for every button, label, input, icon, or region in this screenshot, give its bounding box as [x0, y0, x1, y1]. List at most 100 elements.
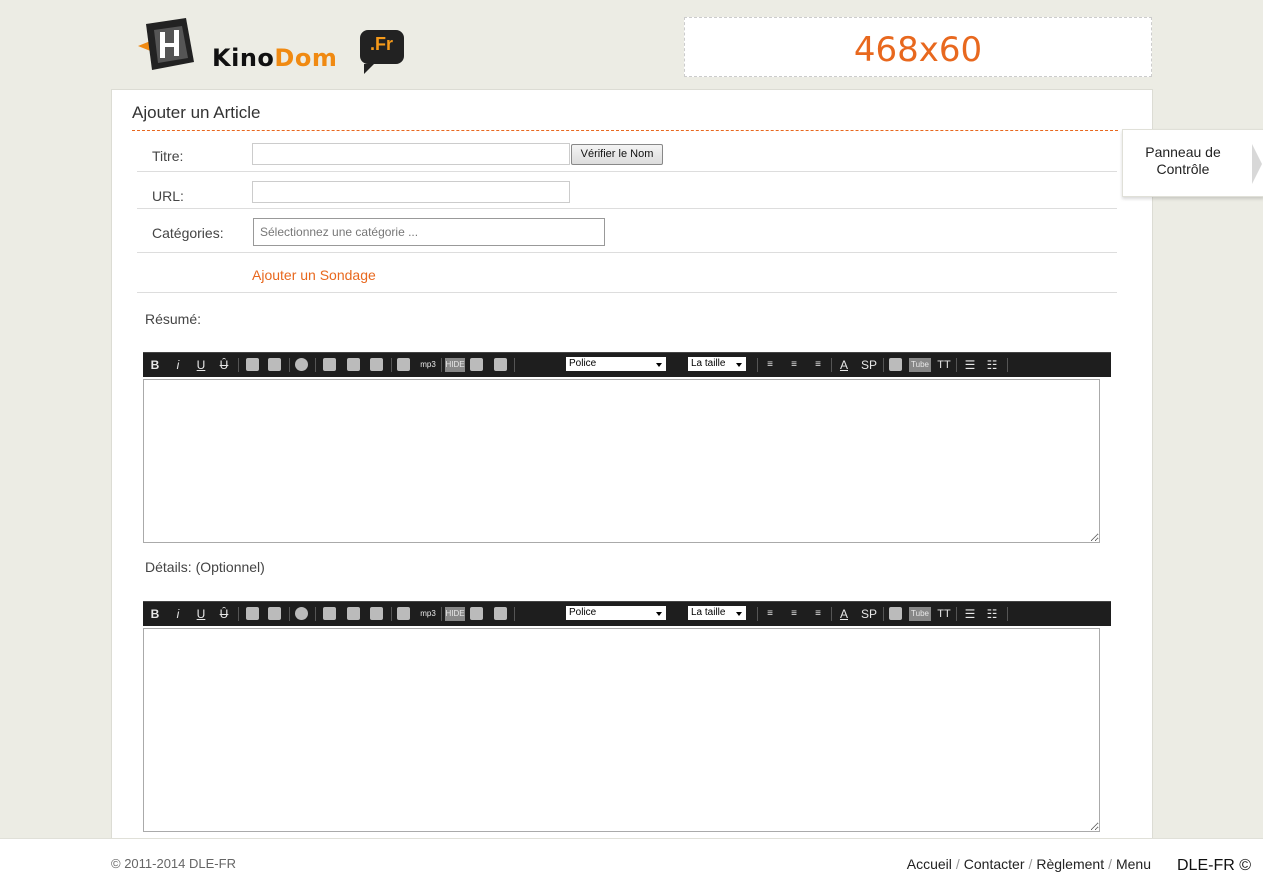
toolbar-separator [831, 358, 832, 372]
row-divider [137, 208, 1117, 209]
logo-badge-text: .Fr [370, 34, 394, 54]
spoiler-button[interactable]: SP [859, 605, 879, 623]
details-textarea[interactable] [143, 628, 1100, 832]
add-article-panel: Ajouter un Article Titre: Vérifier le No… [111, 89, 1153, 851]
numbered-list-icon[interactable]: ☷ [983, 605, 1001, 623]
page-icon[interactable] [889, 607, 902, 620]
email-icon[interactable] [370, 607, 383, 620]
image-icon[interactable] [246, 358, 259, 371]
toolbar-separator [757, 358, 758, 372]
row-divider [137, 292, 1117, 293]
toolbar-separator [315, 358, 316, 372]
emoji-icon[interactable] [295, 607, 308, 620]
strike-button[interactable]: Ȗ [218, 605, 230, 623]
toolbar-separator [831, 607, 832, 621]
size-select[interactable]: La taille [688, 357, 746, 371]
ad-banner-label: 468x60 [853, 30, 983, 70]
link-icon[interactable] [323, 607, 336, 620]
code-icon[interactable] [494, 358, 507, 371]
video-icon[interactable] [397, 607, 410, 620]
editor-toolbar-summary: B i U Ȗ mp3 HIDE Police La taille ≡ ≡ ≡ … [143, 352, 1111, 377]
kinodom-logo-icon [138, 18, 194, 70]
url-input[interactable] [252, 181, 570, 203]
align-right-icon[interactable]: ≡ [811, 605, 825, 623]
italic-button[interactable]: i [172, 605, 184, 623]
mp3-button[interactable]: mp3 [417, 356, 439, 374]
typograph-button[interactable]: TT [935, 356, 953, 374]
link-icon[interactable] [323, 358, 336, 371]
hide-button[interactable]: HIDE [445, 607, 465, 621]
toolbar-separator [315, 607, 316, 621]
quote-icon[interactable] [470, 607, 483, 620]
row-divider [137, 171, 1117, 172]
quote-icon[interactable] [470, 358, 483, 371]
toolbar-separator [956, 607, 957, 621]
italic-button[interactable]: i [172, 356, 184, 374]
text-color-button[interactable]: A [837, 605, 851, 623]
align-left-icon[interactable]: ≡ [763, 605, 777, 623]
font-select[interactable]: Police [566, 357, 666, 371]
align-center-icon[interactable]: ≡ [787, 356, 801, 374]
bold-button[interactable]: B [149, 605, 161, 623]
site-logo[interactable]: KinoDom .Fr [122, 14, 407, 80]
align-center-icon[interactable]: ≡ [787, 605, 801, 623]
hide-button[interactable]: HIDE [445, 358, 465, 372]
unlink-icon[interactable] [347, 607, 360, 620]
youtube-button[interactable]: Tube [909, 607, 931, 621]
email-icon[interactable] [370, 358, 383, 371]
footer-link-menu[interactable]: Menu [1116, 856, 1151, 872]
logo-text-dom: Dom [274, 44, 338, 72]
typograph-button[interactable]: TT [935, 605, 953, 623]
text-color-button[interactable]: A [837, 356, 851, 374]
numbered-list-icon[interactable]: ☷ [983, 356, 1001, 374]
details-label: Détails: (Optionnel) [145, 559, 265, 575]
summary-textarea[interactable] [143, 379, 1100, 543]
underline-button[interactable]: U [195, 356, 207, 374]
titre-input[interactable] [252, 143, 570, 165]
bold-button[interactable]: B [149, 356, 161, 374]
control-panel-label: Panneau de Contrôle [1145, 144, 1221, 177]
mp3-button[interactable]: mp3 [417, 605, 439, 623]
row-divider [137, 252, 1117, 253]
footer-link-reglement[interactable]: Règlement [1036, 856, 1104, 872]
page-title: Ajouter un Article [132, 103, 261, 122]
add-poll-link[interactable]: Ajouter un Sondage [252, 267, 376, 283]
font-select[interactable]: Police [566, 606, 666, 620]
strike-button[interactable]: Ȗ [218, 356, 230, 374]
editor-toolbar-details: B i U Ȗ mp3 HIDE Police La taille ≡ ≡ ≡ … [143, 601, 1111, 626]
page-icon[interactable] [889, 358, 902, 371]
toolbar-separator [514, 358, 515, 372]
footer: © 2011-2014 DLE-FR Accueil / Contacter / Règ… [0, 838, 1263, 885]
size-select[interactable]: La taille [688, 606, 746, 620]
control-panel-tab[interactable]: Panneau de Contrôle [1122, 129, 1263, 197]
underline-button[interactable]: U [195, 605, 207, 623]
ad-banner-placeholder: 468x60 [684, 17, 1152, 77]
toolbar-separator [238, 358, 239, 372]
bullet-list-icon[interactable]: ☰ [961, 356, 979, 374]
summary-label: Résumé: [145, 311, 202, 327]
spoiler-button[interactable]: SP [859, 356, 879, 374]
url-label: URL: [152, 188, 184, 204]
unlink-icon[interactable] [347, 358, 360, 371]
toolbar-separator [1007, 607, 1008, 621]
emoji-icon[interactable] [295, 358, 308, 371]
footer-link-accueil[interactable]: Accueil [907, 856, 952, 872]
bullet-list-icon[interactable]: ☰ [961, 605, 979, 623]
align-left-icon[interactable]: ≡ [763, 356, 777, 374]
upload-icon[interactable] [268, 358, 281, 371]
code-icon[interactable] [494, 607, 507, 620]
toolbar-separator [1007, 358, 1008, 372]
footer-link-contacter[interactable]: Contacter [964, 856, 1025, 872]
toolbar-separator [757, 607, 758, 621]
image-icon[interactable] [246, 607, 259, 620]
footer-nav: Accueil / Contacter / Règlement / Menu [906, 856, 1151, 872]
upload-icon[interactable] [268, 607, 281, 620]
youtube-button[interactable]: Tube [909, 358, 931, 372]
category-select-placeholder: Sélectionnez une catégorie ... [260, 225, 419, 239]
check-name-button[interactable]: Vérifier le Nom [571, 144, 663, 165]
align-right-icon[interactable]: ≡ [811, 356, 825, 374]
category-select[interactable]: Sélectionnez une catégorie ... [253, 218, 605, 246]
video-icon[interactable] [397, 358, 410, 371]
toolbar-separator [391, 358, 392, 372]
toolbar-separator [441, 607, 442, 621]
